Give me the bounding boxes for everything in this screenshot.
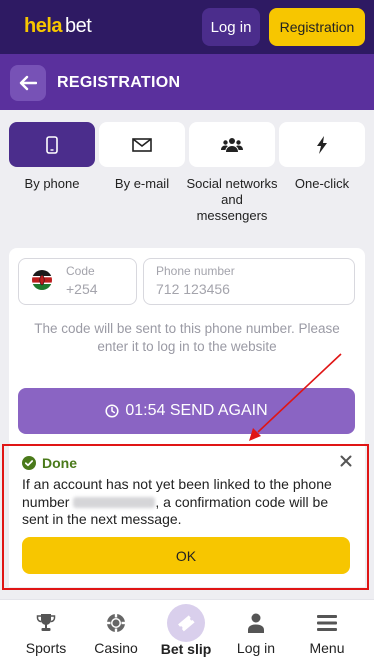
nav-item-bet-slip[interactable] [167,604,205,642]
toast-message: If an account has not yet been linked to… [22,476,342,529]
logo-part-hela: hela [24,15,63,37]
phone-number-label: Phone number [156,264,235,278]
code-label: Code [66,264,95,278]
logo-part-bet: bet [65,15,92,37]
kenya-flag-icon [32,270,52,290]
clock-icon [105,404,119,418]
ticket-icon [178,615,195,632]
nav-item-casino[interactable]: Casino [80,612,152,656]
trophy-icon [36,614,56,631]
phone-icon [46,135,58,154]
method-tab-by-email[interactable] [99,122,185,167]
header-login-button[interactable]: Log in [202,8,260,46]
casino-chip-icon [107,614,125,632]
toast-close-button[interactable] [337,452,355,470]
nav-label-sports: Sports [25,640,67,656]
close-icon [340,455,352,467]
nav-label-log-in: Log in [236,640,276,656]
toast-status-text: Done [42,455,77,471]
redacted-phone-number [73,497,156,509]
header-registration-button[interactable]: Registration [269,8,365,46]
toast-status-row: Done [22,455,77,471]
arrow-left-icon [19,75,37,91]
nav-item-log-in[interactable]: Log in [220,612,292,656]
method-label-by-phone: By phone [24,176,80,191]
method-tab-by-phone[interactable] [9,122,95,167]
phone-number-placeholder: 712 123456 [156,281,230,297]
nav-label-bet-slip: Bet slip [160,641,212,657]
method-tab-one-click[interactable] [279,122,365,167]
code-value: +254 [66,281,98,297]
mail-icon [132,137,152,152]
method-tab-social[interactable] [189,122,275,167]
send-again-label: 01:54 SEND AGAIN [125,402,268,419]
helabet-logo[interactable]: hela bet [24,15,92,38]
users-icon [221,137,243,152]
user-icon [248,613,264,633]
method-label-by-email: By e-mail [114,176,170,191]
method-label-social: Social networks and messengers [186,176,278,223]
back-button[interactable] [10,65,46,101]
check-circle-icon [22,456,36,470]
nav-label-casino: Casino [94,640,138,656]
nav-item-sports[interactable]: Sports [10,612,82,656]
nav-item-menu[interactable]: Menu [291,612,363,656]
lightning-icon [317,135,327,154]
nav-label-menu: Menu [309,640,345,656]
code-hint-text: The code will be sent to this phone numb… [34,321,340,354]
send-again-button[interactable]: 01:54 SEND AGAIN [18,388,355,434]
menu-icon [317,615,337,631]
page-title: REGISTRATION [57,74,181,91]
method-label-one-click: One-click [294,176,350,191]
toast-ok-button[interactable]: OK [22,537,350,574]
